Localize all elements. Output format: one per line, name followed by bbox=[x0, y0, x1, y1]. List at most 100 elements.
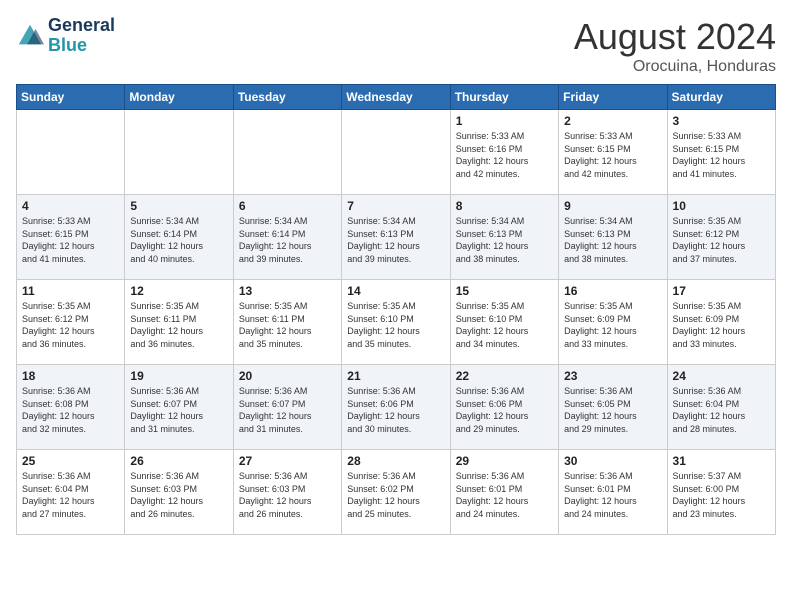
calendar-cell: 13 Sunrise: 5:35 AM Sunset: 6:11 PM Dayli… bbox=[233, 280, 341, 365]
cell-info: Sunrise: 5:35 AM Sunset: 6:11 PM Dayligh… bbox=[239, 300, 337, 350]
day-number: 19 bbox=[130, 369, 228, 383]
calendar-cell: 6 Sunrise: 5:34 AM Sunset: 6:14 PM Daylig… bbox=[233, 195, 341, 280]
cell-info: Sunrise: 5:34 AM Sunset: 6:13 PM Dayligh… bbox=[564, 215, 662, 265]
calendar-cell bbox=[17, 110, 125, 195]
cell-info: Sunrise: 5:36 AM Sunset: 6:03 PM Dayligh… bbox=[239, 470, 337, 520]
day-number: 17 bbox=[673, 284, 771, 298]
calendar-cell: 2Sunrise: 5:33 AM Sunset: 6:15 PM Daylig… bbox=[559, 110, 667, 195]
cell-info: Sunrise: 5:36 AM Sunset: 6:07 PM Dayligh… bbox=[130, 385, 228, 435]
day-number: 26 bbox=[130, 454, 228, 468]
cell-info: Sunrise: 5:34 AM Sunset: 6:14 PM Dayligh… bbox=[239, 215, 337, 265]
cell-info: Sunrise: 5:35 AM Sunset: 6:10 PM Dayligh… bbox=[347, 300, 445, 350]
logo-line1: General bbox=[48, 16, 115, 36]
day-header-monday: Monday bbox=[125, 85, 233, 110]
calendar-cell: 25 Sunrise: 5:36 AM Sunset: 6:04 PM Dayli… bbox=[17, 450, 125, 535]
day-number: 15 bbox=[456, 284, 554, 298]
cell-info: Sunrise: 5:34 AM Sunset: 6:14 PM Dayligh… bbox=[130, 215, 228, 265]
cell-info: Sunrise: 5:34 AM Sunset: 6:13 PM Dayligh… bbox=[347, 215, 445, 265]
day-number: 28 bbox=[347, 454, 445, 468]
logo-line2: Blue bbox=[48, 36, 115, 56]
day-number: 12 bbox=[130, 284, 228, 298]
calendar-cell: 5 Sunrise: 5:34 AM Sunset: 6:14 PM Daylig… bbox=[125, 195, 233, 280]
page-header: General Blue August 2024 Orocuina, Hondu… bbox=[16, 16, 776, 76]
day-number: 31 bbox=[673, 454, 771, 468]
calendar-cell: 9 Sunrise: 5:34 AM Sunset: 6:13 PM Daylig… bbox=[559, 195, 667, 280]
calendar-cell: 1Sunrise: 5:33 AM Sunset: 6:16 PM Daylig… bbox=[450, 110, 558, 195]
cell-info: Sunrise: 5:35 AM Sunset: 6:09 PM Dayligh… bbox=[564, 300, 662, 350]
calendar-cell: 3 Sunrise: 5:33 AM Sunset: 6:15 PM Daylig… bbox=[667, 110, 775, 195]
calendar-table: SundayMondayTuesdayWednesdayThursdayFrid… bbox=[16, 84, 776, 535]
calendar-cell bbox=[125, 110, 233, 195]
cell-info: Sunrise: 5:35 AM Sunset: 6:10 PM Dayligh… bbox=[456, 300, 554, 350]
day-header-sunday: Sunday bbox=[17, 85, 125, 110]
day-number: 23 bbox=[564, 369, 662, 383]
cell-info: Sunrise: 5:36 AM Sunset: 6:06 PM Dayligh… bbox=[456, 385, 554, 435]
location: Orocuina, Honduras bbox=[574, 58, 776, 76]
cell-info: Sunrise: 5:36 AM Sunset: 6:03 PM Dayligh… bbox=[130, 470, 228, 520]
calendar-cell: 21Sunrise: 5:36 AM Sunset: 6:06 PM Dayli… bbox=[342, 365, 450, 450]
calendar-body: 1Sunrise: 5:33 AM Sunset: 6:16 PM Daylig… bbox=[17, 110, 776, 535]
calendar-cell: 28 Sunrise: 5:36 AM Sunset: 6:02 PM Dayli… bbox=[342, 450, 450, 535]
cell-info: Sunrise: 5:36 AM Sunset: 6:06 PM Dayligh… bbox=[347, 385, 445, 435]
logo: General Blue bbox=[16, 16, 115, 56]
calendar-cell: 31Sunrise: 5:37 AM Sunset: 6:00 PM Dayli… bbox=[667, 450, 775, 535]
cell-info: Sunrise: 5:35 AM Sunset: 6:12 PM Dayligh… bbox=[673, 215, 771, 265]
calendar-cell: 10Sunrise: 5:35 AM Sunset: 6:12 PM Dayli… bbox=[667, 195, 775, 280]
calendar-cell: 22 Sunrise: 5:36 AM Sunset: 6:06 PM Dayli… bbox=[450, 365, 558, 450]
cell-info: Sunrise: 5:33 AM Sunset: 6:15 PM Dayligh… bbox=[673, 130, 771, 180]
calendar-cell: 8 Sunrise: 5:34 AM Sunset: 6:13 PM Daylig… bbox=[450, 195, 558, 280]
calendar-cell: 7Sunrise: 5:34 AM Sunset: 6:13 PM Daylig… bbox=[342, 195, 450, 280]
calendar-cell: 30Sunrise: 5:36 AM Sunset: 6:01 PM Dayli… bbox=[559, 450, 667, 535]
month-year: August 2024 bbox=[574, 16, 776, 58]
calendar-cell: 17Sunrise: 5:35 AM Sunset: 6:09 PM Dayli… bbox=[667, 280, 775, 365]
cell-info: Sunrise: 5:35 AM Sunset: 6:12 PM Dayligh… bbox=[22, 300, 120, 350]
day-number: 27 bbox=[239, 454, 337, 468]
cell-info: Sunrise: 5:36 AM Sunset: 6:01 PM Dayligh… bbox=[456, 470, 554, 520]
cell-info: Sunrise: 5:36 AM Sunset: 6:04 PM Dayligh… bbox=[673, 385, 771, 435]
day-number: 2 bbox=[564, 114, 662, 128]
day-number: 6 bbox=[239, 199, 337, 213]
calendar-cell: 20 Sunrise: 5:36 AM Sunset: 6:07 PM Dayli… bbox=[233, 365, 341, 450]
calendar-cell: 26 Sunrise: 5:36 AM Sunset: 6:03 PM Dayli… bbox=[125, 450, 233, 535]
day-number: 22 bbox=[456, 369, 554, 383]
day-number: 18 bbox=[22, 369, 120, 383]
cell-info: Sunrise: 5:35 AM Sunset: 6:11 PM Dayligh… bbox=[130, 300, 228, 350]
day-number: 29 bbox=[456, 454, 554, 468]
calendar-cell: 24 Sunrise: 5:36 AM Sunset: 6:04 PM Dayli… bbox=[667, 365, 775, 450]
day-number: 5 bbox=[130, 199, 228, 213]
cell-info: Sunrise: 5:34 AM Sunset: 6:13 PM Dayligh… bbox=[456, 215, 554, 265]
calendar-cell: 16 Sunrise: 5:35 AM Sunset: 6:09 PM Dayli… bbox=[559, 280, 667, 365]
calendar-cell: 12 Sunrise: 5:35 AM Sunset: 6:11 PM Dayli… bbox=[125, 280, 233, 365]
cell-info: Sunrise: 5:36 AM Sunset: 6:02 PM Dayligh… bbox=[347, 470, 445, 520]
cell-info: Sunrise: 5:36 AM Sunset: 6:08 PM Dayligh… bbox=[22, 385, 120, 435]
day-number: 9 bbox=[564, 199, 662, 213]
week-row-3: 11Sunrise: 5:35 AM Sunset: 6:12 PM Dayli… bbox=[17, 280, 776, 365]
title-block: August 2024 Orocuina, Honduras bbox=[574, 16, 776, 76]
header-row: SundayMondayTuesdayWednesdayThursdayFrid… bbox=[17, 85, 776, 110]
calendar-cell: 11Sunrise: 5:35 AM Sunset: 6:12 PM Dayli… bbox=[17, 280, 125, 365]
calendar-cell: 19 Sunrise: 5:36 AM Sunset: 6:07 PM Dayli… bbox=[125, 365, 233, 450]
cell-info: Sunrise: 5:33 AM Sunset: 6:15 PM Dayligh… bbox=[22, 215, 120, 265]
calendar-cell: 14Sunrise: 5:35 AM Sunset: 6:10 PM Dayli… bbox=[342, 280, 450, 365]
calendar-cell: 15 Sunrise: 5:35 AM Sunset: 6:10 PM Dayli… bbox=[450, 280, 558, 365]
week-row-1: 1Sunrise: 5:33 AM Sunset: 6:16 PM Daylig… bbox=[17, 110, 776, 195]
day-number: 20 bbox=[239, 369, 337, 383]
day-header-saturday: Saturday bbox=[667, 85, 775, 110]
day-number: 24 bbox=[673, 369, 771, 383]
day-header-wednesday: Wednesday bbox=[342, 85, 450, 110]
logo-icon bbox=[16, 22, 44, 50]
day-header-tuesday: Tuesday bbox=[233, 85, 341, 110]
cell-info: Sunrise: 5:36 AM Sunset: 6:04 PM Dayligh… bbox=[22, 470, 120, 520]
cell-info: Sunrise: 5:36 AM Sunset: 6:05 PM Dayligh… bbox=[564, 385, 662, 435]
day-number: 25 bbox=[22, 454, 120, 468]
calendar-cell: 27 Sunrise: 5:36 AM Sunset: 6:03 PM Dayli… bbox=[233, 450, 341, 535]
cell-info: Sunrise: 5:36 AM Sunset: 6:07 PM Dayligh… bbox=[239, 385, 337, 435]
week-row-5: 25 Sunrise: 5:36 AM Sunset: 6:04 PM Dayli… bbox=[17, 450, 776, 535]
cell-info: Sunrise: 5:36 AM Sunset: 6:01 PM Dayligh… bbox=[564, 470, 662, 520]
day-number: 3 bbox=[673, 114, 771, 128]
day-number: 13 bbox=[239, 284, 337, 298]
day-header-friday: Friday bbox=[559, 85, 667, 110]
day-number: 8 bbox=[456, 199, 554, 213]
calendar-cell bbox=[233, 110, 341, 195]
day-number: 16 bbox=[564, 284, 662, 298]
